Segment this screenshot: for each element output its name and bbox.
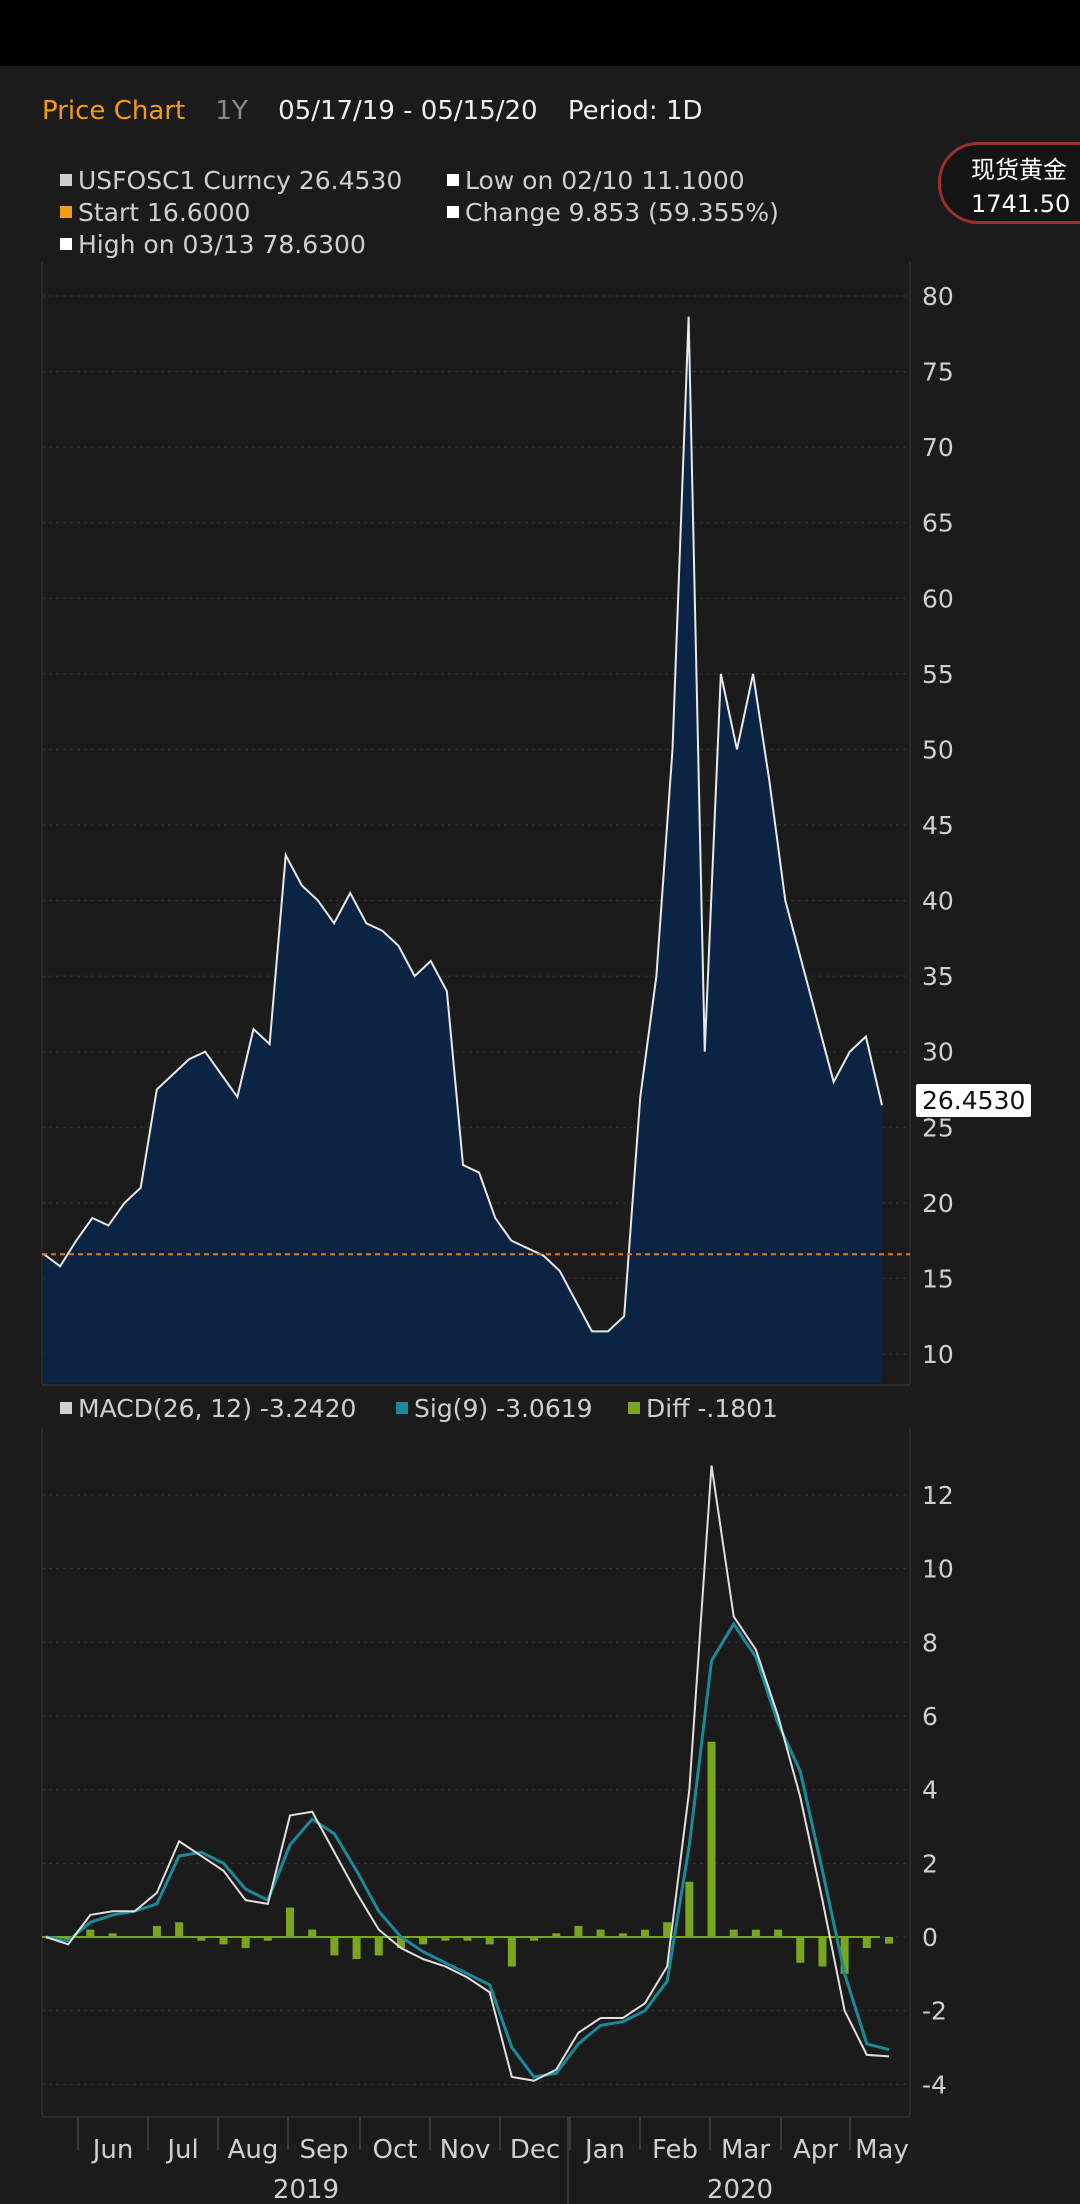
x-month-label: Mar <box>721 2135 770 2165</box>
x-month-label: Aug <box>228 2135 279 2165</box>
diff-bar <box>286 1907 295 1937</box>
x-month-label: May <box>855 2135 909 2165</box>
diff-bar <box>219 1937 228 1945</box>
price-y-tick-label: 20 <box>922 1189 954 1218</box>
diff-bar <box>374 1937 383 1956</box>
x-month-label: Apr <box>793 2135 838 2165</box>
diff-bar <box>885 1937 893 1944</box>
diff-bar <box>685 1881 694 1937</box>
x-month-label: Jul <box>165 2135 198 2165</box>
diff-bar <box>552 1933 561 1937</box>
last-price-tag: 26.4530 <box>916 1084 1032 1117</box>
price-y-tick-label: 50 <box>922 735 954 764</box>
diff-bar <box>308 1929 317 1937</box>
diff-bar <box>263 1937 272 1941</box>
price-y-tick-label: 65 <box>922 509 954 538</box>
macd-y-tick-label: -2 <box>922 1997 947 2026</box>
diff-bar <box>663 1922 672 1937</box>
diff-bar <box>352 1937 361 1960</box>
diff-bar <box>774 1929 783 1937</box>
x-month-label: Sep <box>299 2135 348 2165</box>
diff-bar <box>640 1929 649 1937</box>
x-month-label: Dec <box>510 2135 560 2165</box>
diff-bar <box>108 1933 117 1937</box>
diff-bar <box>130 1937 139 1938</box>
macd-y-tick-label: 12 <box>922 1481 954 1510</box>
price-y-tick-label: 55 <box>922 660 954 689</box>
diff-bar <box>530 1937 539 1941</box>
price-y-tick-label: 70 <box>922 433 954 462</box>
price-y-tick-label: 25 <box>922 1113 954 1142</box>
diff-bar <box>86 1929 95 1937</box>
diff-bar <box>796 1937 805 1963</box>
diff-bar <box>419 1937 428 1945</box>
macd-y-tick-label: -4 <box>922 2070 947 2099</box>
diff-bar <box>485 1937 494 1945</box>
price-y-tick-label: 60 <box>922 584 954 613</box>
diff-bar <box>574 1925 583 1937</box>
price-y-tick-label: 30 <box>922 1038 954 1067</box>
diff-bar <box>862 1937 871 1949</box>
x-month-label: Feb <box>652 2135 698 2165</box>
macd-y-tick-label: 0 <box>922 1923 938 1952</box>
macd-y-tick-label: 10 <box>922 1555 954 1584</box>
macd-line <box>45 1465 890 2082</box>
macd-y-tick-label: 6 <box>922 1702 938 1731</box>
x-month-label: Nov <box>440 2135 491 2165</box>
price-y-tick-label: 75 <box>922 358 954 387</box>
price-area-fill <box>44 316 882 1384</box>
macd-y-tick-label: 4 <box>922 1776 938 1805</box>
macd-y-tick-label: 2 <box>922 1849 938 1878</box>
price-y-tick-label: 80 <box>922 282 954 311</box>
x-month-label: Jun <box>91 2135 134 2165</box>
diff-bar <box>330 1937 339 1956</box>
diff-bar <box>463 1937 472 1941</box>
price-y-tick-label: 40 <box>922 887 954 916</box>
diff-bar <box>751 1929 760 1937</box>
diff-bar <box>241 1937 250 1949</box>
diff-bar <box>818 1937 827 1967</box>
diff-bar <box>596 1929 605 1937</box>
x-year-label: 2019 <box>273 2175 339 2204</box>
macd-y-tick-label: 8 <box>922 1628 938 1657</box>
price-y-tick-label: 35 <box>922 962 954 991</box>
diff-bar <box>618 1933 627 1937</box>
x-month-label: Oct <box>373 2135 418 2165</box>
diff-bar <box>707 1741 716 1937</box>
x-month-label: Jan <box>583 2135 625 2165</box>
price-y-tick-label: 45 <box>922 811 954 840</box>
diff-bar <box>441 1937 450 1941</box>
diff-bar <box>507 1937 516 1967</box>
x-year-label: 2020 <box>707 2175 773 2204</box>
signal-line <box>45 1621 890 2079</box>
price-y-tick-label: 15 <box>922 1264 954 1293</box>
price-y-tick-label: 10 <box>922 1340 954 1369</box>
diff-bar <box>729 1929 738 1937</box>
diff-bar <box>197 1937 206 1941</box>
diff-bar <box>175 1922 184 1937</box>
diff-bar <box>152 1925 161 1937</box>
